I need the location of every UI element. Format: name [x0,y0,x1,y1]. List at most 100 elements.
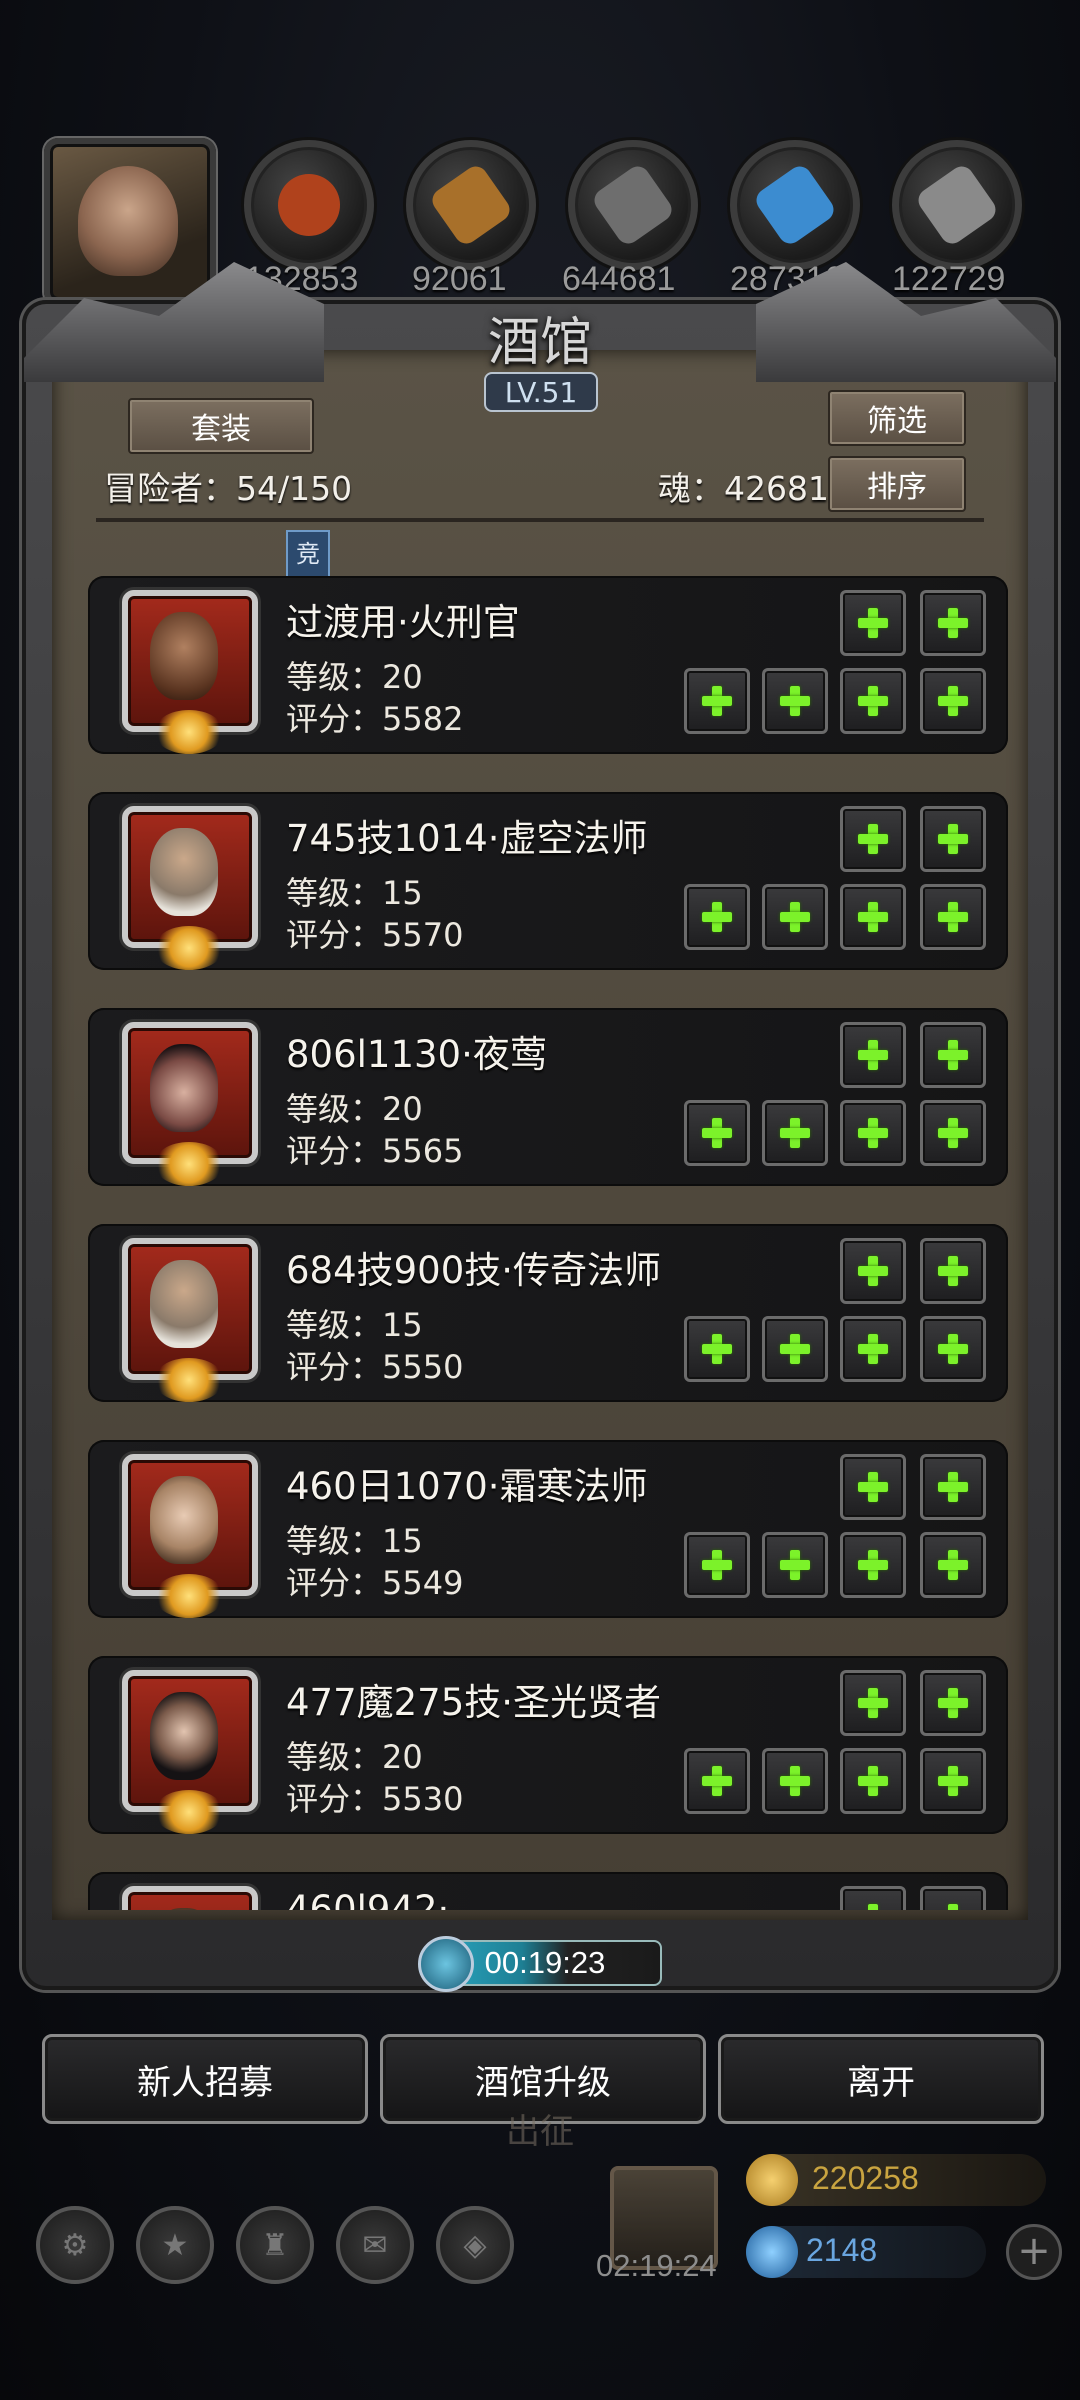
adventurer-avatar [122,590,258,754]
brute-portrait [150,612,218,700]
meat-icon[interactable] [244,140,374,270]
adventurer-name: 460日1070·霜寒法师 [286,1465,648,1508]
iron-count: 122729 [892,260,1006,298]
old-mage-portrait [150,828,218,916]
stone-icon[interactable] [568,140,698,270]
adventurer-score: 评分：5549 [286,1564,464,1602]
amulet-slot-add-icon[interactable] [920,1532,986,1598]
weapon-slot-add-icon[interactable] [684,1532,750,1598]
armor-slot-add-icon[interactable] [840,1886,906,1910]
nun-portrait [150,1692,218,1780]
shop-icon[interactable]: ◈ [436,2206,514,2284]
adventurer-name: 806l1130·夜莺 [286,1033,547,1076]
accessory-slot-add-icon[interactable] [920,1454,986,1520]
stone-count: 644681 [562,260,676,298]
recruit-button[interactable]: 新人招募 [42,2034,368,2124]
player-portrait[interactable] [44,138,216,306]
star-emblem-icon [154,710,224,754]
accessory-slot-add-icon[interactable] [920,590,986,656]
amulet-slot-add-icon[interactable] [920,884,986,950]
helmet-slot-add-icon[interactable] [762,1532,828,1598]
helmet-slot-add-icon[interactable] [762,1316,828,1382]
partial-portrait [150,1908,218,1910]
adventurer-level: 等级：20 [286,1090,423,1128]
adventurer-card[interactable]: 460日1070·霜寒法师 等级：15 评分：5549 [88,1440,1008,1618]
wood-icon[interactable] [406,140,536,270]
weapon-slot-add-icon[interactable] [684,668,750,734]
accessory-slot-add-icon[interactable] [920,1238,986,1304]
accessory-slot-add-icon[interactable] [920,806,986,872]
adventurer-score: 评分：5565 [286,1132,464,1170]
accessory-slot-add-icon[interactable] [920,1670,986,1736]
helmet-slot-add-icon[interactable] [762,884,828,950]
star-emblem-icon [154,1574,224,1618]
armor-slot-add-icon[interactable] [840,1670,906,1736]
armor-slot-add-icon[interactable] [840,1022,906,1088]
adventurer-card[interactable]: 460l942· [88,1872,1008,1910]
sort-button[interactable]: 排序 [828,456,966,512]
armor-slot-add-icon[interactable] [840,1454,906,1520]
achievement-icon[interactable]: ★ [136,2206,214,2284]
leave-button[interactable]: 离开 [718,2034,1044,2124]
mail-icon[interactable]: ✉ [336,2206,414,2284]
adventurer-card[interactable]: 745技1014·虚空法师 等级：15 评分：5570 [88,792,1008,970]
page-title: 酒馆 [487,313,592,373]
adventurer-avatar [122,806,258,970]
star-emblem-icon [154,1142,224,1186]
armor-slot-add-icon[interactable] [840,1238,906,1304]
old-mage-portrait [150,1260,218,1348]
helmet-slot-add-icon[interactable] [762,1748,828,1814]
weapon-slot-add-icon[interactable] [684,884,750,950]
wood-count: 92061 [412,260,507,298]
helmet-slot-add-icon[interactable] [762,1100,828,1166]
castle-icon[interactable]: ♜ [236,2206,314,2284]
amulet-slot-add-icon[interactable] [920,668,986,734]
adventurer-avatar [122,1238,258,1402]
adventurer-card[interactable]: 过渡用·火刑官 等级：20 评分：5582 [88,576,1008,754]
nightingale-portrait [150,1044,218,1132]
adventurer-card[interactable]: 806l1130·夜莺 等级：20 评分：5565 [88,1008,1008,1186]
weapon-slot-add-icon[interactable] [684,1316,750,1382]
filter-button[interactable]: 筛选 [828,390,966,446]
amulet-slot-add-icon[interactable] [920,1748,986,1814]
ring-slot-add-icon[interactable] [840,1100,906,1166]
crystal-icon[interactable] [730,140,860,270]
armor-slot-add-icon[interactable] [840,590,906,656]
accessory-slot-add-icon[interactable] [920,1886,986,1910]
star-emblem-icon [154,926,224,970]
adventurer-list[interactable]: 竞 过渡用·火刑官 等级：20 评分：5582 745技1014·虚空法师 等级… [70,530,1010,1910]
soul-count: 魂：42681 [658,469,829,508]
adventurer-level: 等级：20 [286,658,423,696]
gift-timer: 02:19:24 [596,2248,717,2283]
helmet-slot-add-icon[interactable] [762,668,828,734]
adventurer-name: 过渡用·火刑官 [286,601,520,644]
adventurer-level: 等级：15 [286,874,423,912]
settings-icon[interactable]: ⚙ [36,2206,114,2284]
weapon-slot-add-icon[interactable] [684,1748,750,1814]
ring-slot-add-icon[interactable] [840,884,906,950]
iron-icon[interactable] [892,140,1022,270]
adventurer-card[interactable]: 477魔275技·圣光贤者 等级：20 评分：5530 [88,1656,1008,1834]
ring-slot-add-icon[interactable] [840,668,906,734]
amulet-slot-add-icon[interactable] [920,1316,986,1382]
arena-tag: 竞 [286,530,330,582]
gem-amount: 2148 [806,2232,878,2268]
set-button[interactable]: 套装 [128,398,314,454]
tavern-level-badge: LV.51 [484,372,598,412]
expedition-label: 出征 [506,2112,574,2152]
armor-slot-add-icon[interactable] [840,806,906,872]
ring-slot-add-icon[interactable] [840,1316,906,1382]
amulet-slot-add-icon[interactable] [920,1100,986,1166]
ring-slot-add-icon[interactable] [840,1748,906,1814]
adventurer-card[interactable]: 684技900技·传奇法师 等级：15 评分：5550 [88,1224,1008,1402]
gold-amount: 220258 [812,2160,919,2196]
adventurer-score: 评分：5550 [286,1348,464,1386]
gem-icon [746,2226,798,2278]
weapon-slot-add-icon[interactable] [684,1100,750,1166]
add-currency-icon[interactable]: + [1006,2224,1062,2280]
adventurer-count: 冒险者：54/150 [104,469,353,508]
adventurer-name: 460l942· [286,1888,450,1910]
accessory-slot-add-icon[interactable] [920,1022,986,1088]
adventurer-name: 477魔275技·圣光贤者 [286,1681,662,1724]
ring-slot-add-icon[interactable] [840,1532,906,1598]
